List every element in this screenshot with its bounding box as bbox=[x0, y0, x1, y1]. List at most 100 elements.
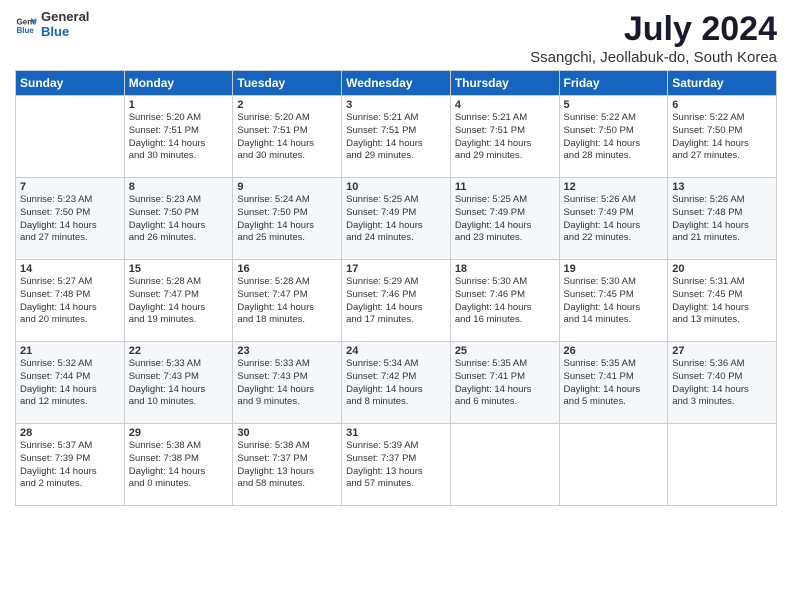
calendar-cell: 5Sunrise: 5:22 AM Sunset: 7:50 PM Daylig… bbox=[559, 96, 668, 178]
calendar-week-row: 28Sunrise: 5:37 AM Sunset: 7:39 PM Dayli… bbox=[16, 424, 777, 506]
cell-info: Sunrise: 5:26 AM Sunset: 7:49 PM Dayligh… bbox=[564, 194, 664, 245]
cell-info: Sunrise: 5:30 AM Sunset: 7:46 PM Dayligh… bbox=[455, 276, 555, 327]
day-number: 11 bbox=[455, 181, 555, 193]
calendar-cell: 20Sunrise: 5:31 AM Sunset: 7:45 PM Dayli… bbox=[668, 260, 777, 342]
cell-info: Sunrise: 5:20 AM Sunset: 7:51 PM Dayligh… bbox=[129, 112, 229, 163]
cell-info: Sunrise: 5:27 AM Sunset: 7:48 PM Dayligh… bbox=[20, 276, 120, 327]
logo: General Blue General Blue bbox=[15, 10, 89, 40]
calendar-day-header: Wednesday bbox=[342, 71, 451, 96]
day-number: 30 bbox=[237, 427, 337, 439]
cell-info: Sunrise: 5:23 AM Sunset: 7:50 PM Dayligh… bbox=[129, 194, 229, 245]
day-number: 25 bbox=[455, 345, 555, 357]
cell-info: Sunrise: 5:26 AM Sunset: 7:48 PM Dayligh… bbox=[672, 194, 772, 245]
calendar-cell: 25Sunrise: 5:35 AM Sunset: 7:41 PM Dayli… bbox=[450, 342, 559, 424]
header: General Blue General Blue July 2024 Ssan… bbox=[15, 10, 777, 66]
cell-info: Sunrise: 5:21 AM Sunset: 7:51 PM Dayligh… bbox=[346, 112, 446, 163]
calendar-cell: 21Sunrise: 5:32 AM Sunset: 7:44 PM Dayli… bbox=[16, 342, 125, 424]
cell-info: Sunrise: 5:32 AM Sunset: 7:44 PM Dayligh… bbox=[20, 358, 120, 409]
day-number: 22 bbox=[129, 345, 229, 357]
cell-info: Sunrise: 5:22 AM Sunset: 7:50 PM Dayligh… bbox=[672, 112, 772, 163]
calendar-cell: 26Sunrise: 5:35 AM Sunset: 7:41 PM Dayli… bbox=[559, 342, 668, 424]
calendar-day-header: Tuesday bbox=[233, 71, 342, 96]
svg-text:Blue: Blue bbox=[16, 26, 34, 35]
cell-info: Sunrise: 5:22 AM Sunset: 7:50 PM Dayligh… bbox=[564, 112, 664, 163]
calendar-cell: 13Sunrise: 5:26 AM Sunset: 7:48 PM Dayli… bbox=[668, 178, 777, 260]
calendar-cell: 16Sunrise: 5:28 AM Sunset: 7:47 PM Dayli… bbox=[233, 260, 342, 342]
calendar-day-header: Sunday bbox=[16, 71, 125, 96]
day-number: 26 bbox=[564, 345, 664, 357]
day-number: 13 bbox=[672, 181, 772, 193]
page-subtitle: Ssangchi, Jeollabuk-do, South Korea bbox=[530, 49, 777, 66]
cell-info: Sunrise: 5:35 AM Sunset: 7:41 PM Dayligh… bbox=[564, 358, 664, 409]
calendar-day-header: Thursday bbox=[450, 71, 559, 96]
calendar-cell: 18Sunrise: 5:30 AM Sunset: 7:46 PM Dayli… bbox=[450, 260, 559, 342]
cell-info: Sunrise: 5:28 AM Sunset: 7:47 PM Dayligh… bbox=[129, 276, 229, 327]
day-number: 24 bbox=[346, 345, 446, 357]
title-block: July 2024 Ssangchi, Jeollabuk-do, South … bbox=[530, 10, 777, 66]
day-number: 8 bbox=[129, 181, 229, 193]
calendar-cell: 22Sunrise: 5:33 AM Sunset: 7:43 PM Dayli… bbox=[124, 342, 233, 424]
day-number: 15 bbox=[129, 263, 229, 275]
calendar-cell: 27Sunrise: 5:36 AM Sunset: 7:40 PM Dayli… bbox=[668, 342, 777, 424]
cell-info: Sunrise: 5:21 AM Sunset: 7:51 PM Dayligh… bbox=[455, 112, 555, 163]
cell-info: Sunrise: 5:33 AM Sunset: 7:43 PM Dayligh… bbox=[129, 358, 229, 409]
calendar-cell: 1Sunrise: 5:20 AM Sunset: 7:51 PM Daylig… bbox=[124, 96, 233, 178]
day-number: 4 bbox=[455, 99, 555, 111]
calendar-header-row: SundayMondayTuesdayWednesdayThursdayFrid… bbox=[16, 71, 777, 96]
page-container: General Blue General Blue July 2024 Ssan… bbox=[0, 0, 792, 511]
cell-info: Sunrise: 5:36 AM Sunset: 7:40 PM Dayligh… bbox=[672, 358, 772, 409]
day-number: 3 bbox=[346, 99, 446, 111]
calendar-cell: 30Sunrise: 5:38 AM Sunset: 7:37 PM Dayli… bbox=[233, 424, 342, 506]
day-number: 29 bbox=[129, 427, 229, 439]
day-number: 16 bbox=[237, 263, 337, 275]
day-number: 31 bbox=[346, 427, 446, 439]
cell-info: Sunrise: 5:29 AM Sunset: 7:46 PM Dayligh… bbox=[346, 276, 446, 327]
day-number: 9 bbox=[237, 181, 337, 193]
calendar-cell: 10Sunrise: 5:25 AM Sunset: 7:49 PM Dayli… bbox=[342, 178, 451, 260]
logo-general: General bbox=[41, 10, 89, 25]
calendar-body: 1Sunrise: 5:20 AM Sunset: 7:51 PM Daylig… bbox=[16, 96, 777, 506]
calendar-cell: 6Sunrise: 5:22 AM Sunset: 7:50 PM Daylig… bbox=[668, 96, 777, 178]
cell-info: Sunrise: 5:38 AM Sunset: 7:38 PM Dayligh… bbox=[129, 440, 229, 491]
cell-info: Sunrise: 5:30 AM Sunset: 7:45 PM Dayligh… bbox=[564, 276, 664, 327]
day-number: 18 bbox=[455, 263, 555, 275]
calendar-cell: 19Sunrise: 5:30 AM Sunset: 7:45 PM Dayli… bbox=[559, 260, 668, 342]
calendar-cell: 15Sunrise: 5:28 AM Sunset: 7:47 PM Dayli… bbox=[124, 260, 233, 342]
calendar-cell: 4Sunrise: 5:21 AM Sunset: 7:51 PM Daylig… bbox=[450, 96, 559, 178]
day-number: 1 bbox=[129, 99, 229, 111]
calendar-cell bbox=[16, 96, 125, 178]
calendar-week-row: 14Sunrise: 5:27 AM Sunset: 7:48 PM Dayli… bbox=[16, 260, 777, 342]
day-number: 17 bbox=[346, 263, 446, 275]
cell-info: Sunrise: 5:38 AM Sunset: 7:37 PM Dayligh… bbox=[237, 440, 337, 491]
calendar-day-header: Saturday bbox=[668, 71, 777, 96]
cell-info: Sunrise: 5:25 AM Sunset: 7:49 PM Dayligh… bbox=[346, 194, 446, 245]
day-number: 5 bbox=[564, 99, 664, 111]
calendar-cell: 8Sunrise: 5:23 AM Sunset: 7:50 PM Daylig… bbox=[124, 178, 233, 260]
calendar-cell: 23Sunrise: 5:33 AM Sunset: 7:43 PM Dayli… bbox=[233, 342, 342, 424]
cell-info: Sunrise: 5:37 AM Sunset: 7:39 PM Dayligh… bbox=[20, 440, 120, 491]
logo-blue: Blue bbox=[41, 25, 89, 40]
cell-info: Sunrise: 5:33 AM Sunset: 7:43 PM Dayligh… bbox=[237, 358, 337, 409]
day-number: 23 bbox=[237, 345, 337, 357]
calendar-cell: 14Sunrise: 5:27 AM Sunset: 7:48 PM Dayli… bbox=[16, 260, 125, 342]
calendar-cell: 9Sunrise: 5:24 AM Sunset: 7:50 PM Daylig… bbox=[233, 178, 342, 260]
calendar-cell bbox=[450, 424, 559, 506]
day-number: 7 bbox=[20, 181, 120, 193]
cell-info: Sunrise: 5:23 AM Sunset: 7:50 PM Dayligh… bbox=[20, 194, 120, 245]
calendar-cell: 31Sunrise: 5:39 AM Sunset: 7:37 PM Dayli… bbox=[342, 424, 451, 506]
calendar-cell: 17Sunrise: 5:29 AM Sunset: 7:46 PM Dayli… bbox=[342, 260, 451, 342]
calendar-cell bbox=[559, 424, 668, 506]
calendar-cell: 24Sunrise: 5:34 AM Sunset: 7:42 PM Dayli… bbox=[342, 342, 451, 424]
calendar-cell: 28Sunrise: 5:37 AM Sunset: 7:39 PM Dayli… bbox=[16, 424, 125, 506]
day-number: 21 bbox=[20, 345, 120, 357]
day-number: 12 bbox=[564, 181, 664, 193]
calendar-cell: 2Sunrise: 5:20 AM Sunset: 7:51 PM Daylig… bbox=[233, 96, 342, 178]
day-number: 2 bbox=[237, 99, 337, 111]
cell-info: Sunrise: 5:34 AM Sunset: 7:42 PM Dayligh… bbox=[346, 358, 446, 409]
calendar-table: SundayMondayTuesdayWednesdayThursdayFrid… bbox=[15, 70, 777, 506]
day-number: 20 bbox=[672, 263, 772, 275]
calendar-week-row: 7Sunrise: 5:23 AM Sunset: 7:50 PM Daylig… bbox=[16, 178, 777, 260]
logo-icon: General Blue bbox=[15, 14, 37, 36]
calendar-cell: 7Sunrise: 5:23 AM Sunset: 7:50 PM Daylig… bbox=[16, 178, 125, 260]
cell-info: Sunrise: 5:25 AM Sunset: 7:49 PM Dayligh… bbox=[455, 194, 555, 245]
